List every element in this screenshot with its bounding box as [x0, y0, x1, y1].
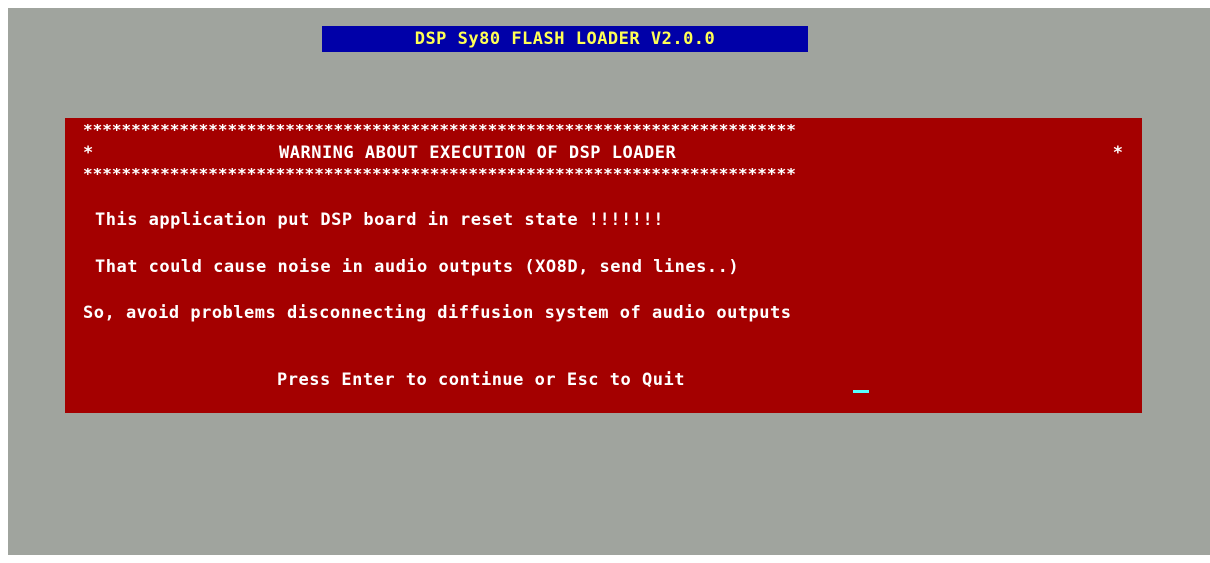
- warning-message-noise: That could cause noise in audio outputs …: [95, 257, 740, 277]
- dialog-header: * WARNING ABOUT EXECUTION OF DSP LOADER …: [83, 140, 1123, 166]
- dialog-heading: WARNING ABOUT EXECUTION OF DSP LOADER: [279, 143, 677, 163]
- app-title: DSP Sy80 FLASH LOADER V2.0.0: [322, 26, 808, 52]
- warning-dialog: ****************************************…: [65, 118, 1142, 413]
- warning-message-reset: This application put DSP board in reset …: [95, 210, 664, 230]
- header-star-right: *: [1112, 143, 1123, 163]
- dos-screen: DSP Sy80 FLASH LOADER V2.0.0 ***********…: [8, 8, 1210, 555]
- dialog-border-bottom: ****************************************…: [83, 168, 796, 180]
- header-star-left: *: [83, 143, 94, 163]
- text-cursor: [853, 390, 869, 393]
- continue-prompt[interactable]: Press Enter to continue or Esc to Quit: [277, 367, 685, 393]
- warning-message-avoid: So, avoid problems disconnecting diffusi…: [83, 303, 792, 323]
- dialog-border-top: ****************************************…: [83, 124, 796, 136]
